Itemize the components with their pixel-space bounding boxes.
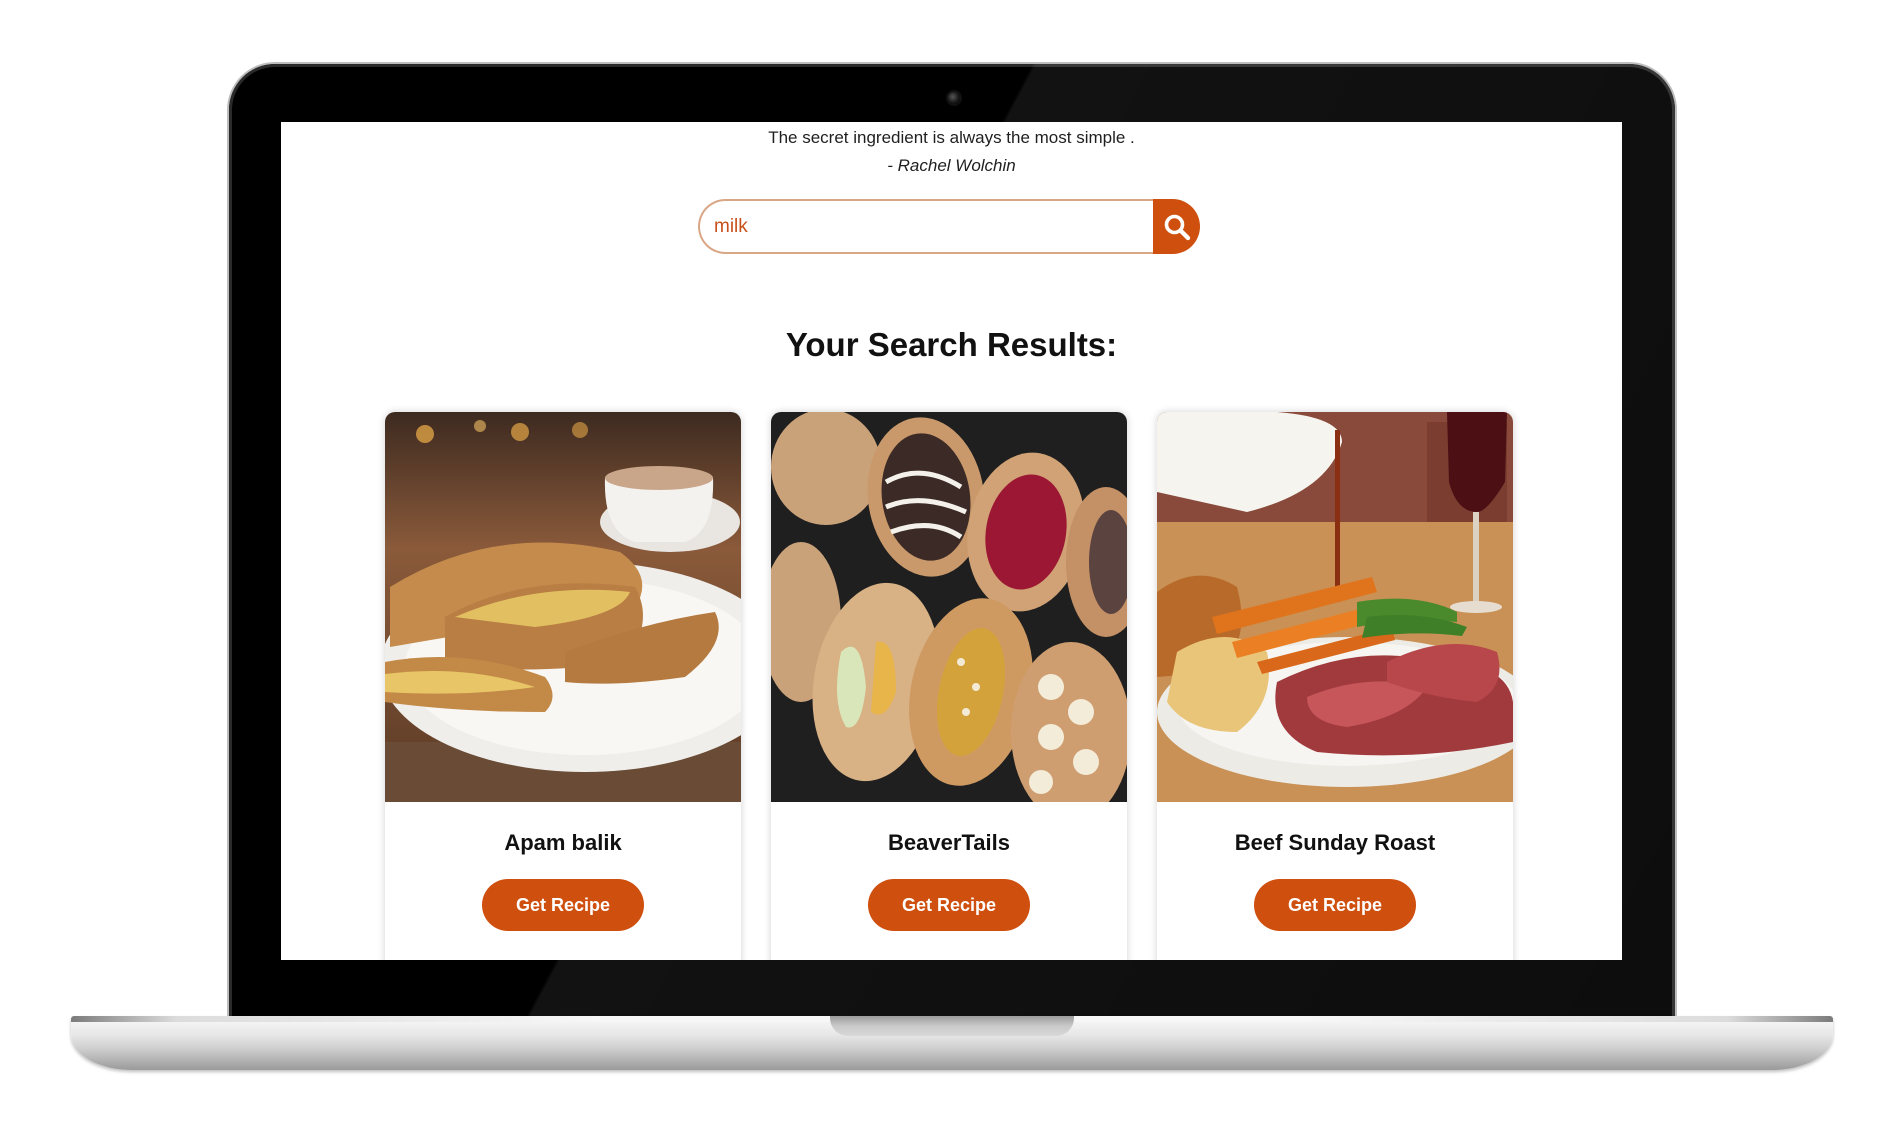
recipe-card: Beef Sunday Roast Get Recipe	[1157, 412, 1513, 960]
webcam	[948, 92, 960, 104]
recipe-name: Apam balik	[504, 830, 622, 855]
search-bar	[698, 199, 1200, 254]
results-title: Your Search Results:	[785, 326, 1118, 363]
get-recipe-button[interactable]: Get Recipe	[482, 879, 644, 931]
search-icon	[1164, 214, 1190, 240]
search-button[interactable]	[1153, 199, 1200, 254]
recipe-name: BeaverTails	[888, 830, 1010, 855]
beavertails-image	[771, 412, 1127, 802]
recipe-name: Beef Sunday Roast	[1234, 830, 1436, 855]
browser-screen: The secret ingredient is always the most…	[281, 122, 1622, 960]
get-recipe-button[interactable]: Get Recipe	[868, 879, 1030, 931]
get-recipe-button[interactable]: Get Recipe	[1254, 879, 1416, 931]
quote-author: - Rachel Wolchin	[887, 156, 1016, 175]
apam-balik-image	[385, 412, 741, 802]
beef-sunday-roast-image	[1157, 412, 1513, 802]
recipe-card: Apam balik Get Recipe	[385, 412, 741, 960]
recipe-card: BeaverTails Get Recipe	[771, 412, 1127, 960]
laptop-hinge-notch	[830, 1016, 1074, 1036]
search-input[interactable]	[698, 199, 1154, 254]
quote-text: The secret ingredient is always the most…	[768, 128, 1135, 147]
